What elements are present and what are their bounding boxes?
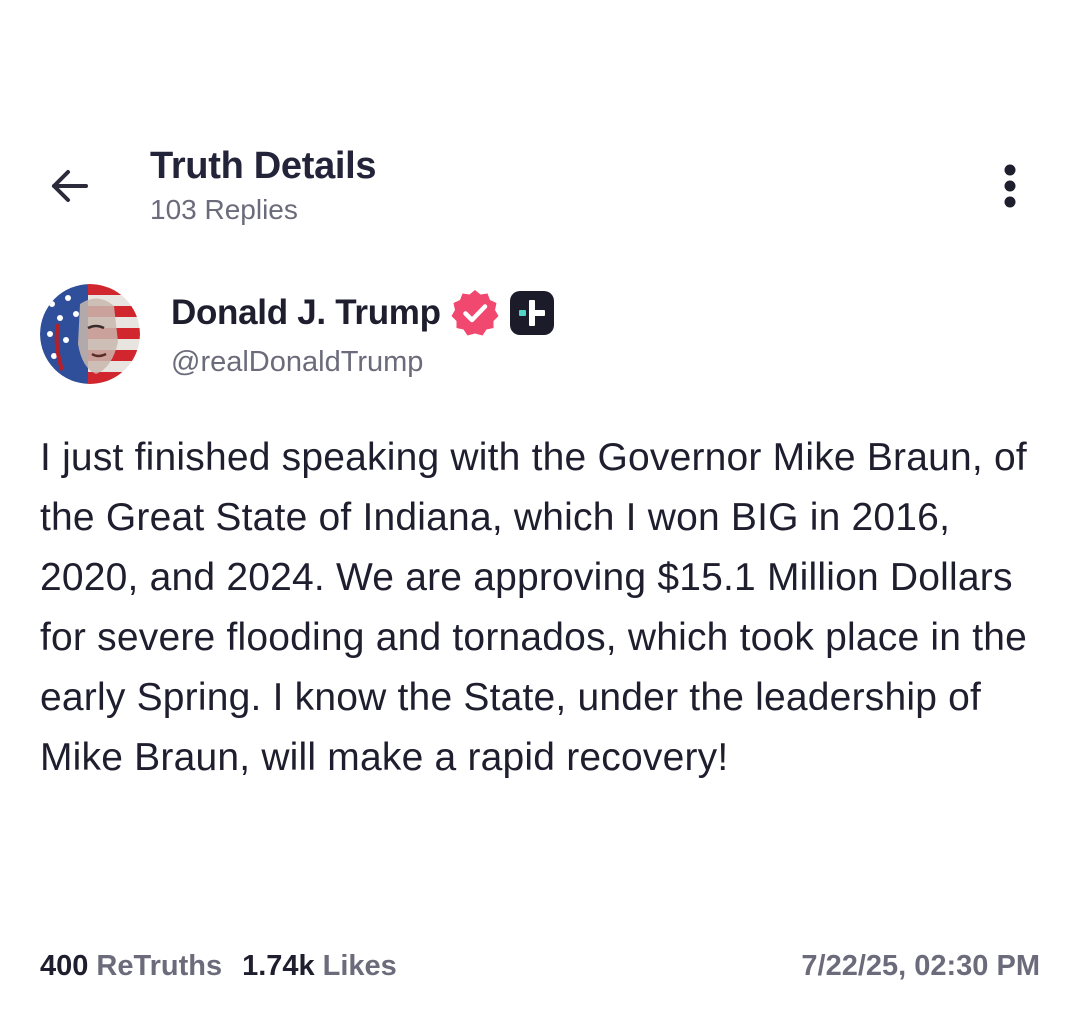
top-bar: Truth Details 103 Replies (0, 130, 1080, 240)
verified-badge-icon (449, 287, 501, 339)
arrow-left-icon (52, 170, 88, 202)
reply-count: 103 Replies (150, 194, 298, 225)
more-options-button[interactable] (988, 158, 1032, 214)
post-stats: 400 ReTruths 1.74k Likes 7/22/25, 02:30 … (40, 944, 1040, 988)
avatar[interactable] (40, 284, 140, 384)
back-button[interactable] (40, 160, 100, 212)
plus-badge-icon (509, 290, 555, 336)
likes-count: 1.74k (242, 949, 315, 982)
author-handle[interactable]: @realDonaldTrump (171, 342, 555, 382)
retruths-count: 400 (40, 949, 89, 982)
post-author: Donald J. Trump @realDonaldTrump (40, 284, 1040, 388)
avatar-image (40, 284, 140, 384)
author-name-row: Donald J. Trump (171, 288, 555, 338)
likes-stat[interactable]: 1.74k Likes (242, 950, 397, 983)
post-text: I just finished speaking with the Govern… (40, 436, 1028, 779)
post-timestamp: 7/22/25, 02:30 PM (801, 949, 1040, 982)
page-title: Truth Details (150, 145, 377, 187)
likes-label: Likes (322, 949, 397, 982)
retruths-label: ReTruths (96, 949, 223, 982)
author-name[interactable]: Donald J. Trump (171, 293, 441, 333)
retruths-stat[interactable]: 400 ReTruths (40, 950, 222, 983)
vertical-dots-icon (1004, 164, 1016, 208)
author-info: Donald J. Trump @realDonaldTrump (171, 288, 555, 382)
header-titles: Truth Details 103 Replies (150, 144, 377, 228)
